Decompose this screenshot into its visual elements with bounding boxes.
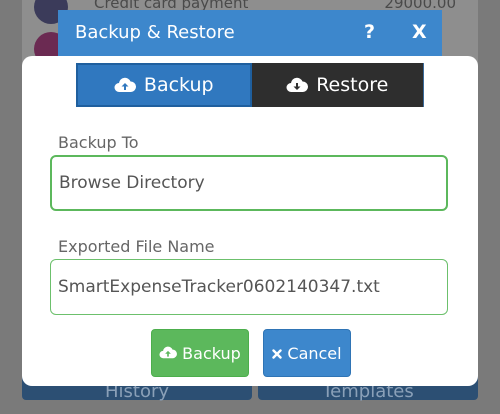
backup-directory-field[interactable]: Browse Directory xyxy=(50,155,448,211)
tab-restore[interactable]: Restore xyxy=(251,63,424,107)
dialog-card: Backup Restore Backup To Browse Director… xyxy=(22,56,478,386)
backup-button[interactable]: Backup xyxy=(151,329,249,377)
file-name-input[interactable]: SmartExpenseTracker0602140347.txt xyxy=(50,259,448,315)
help-button[interactable]: ? xyxy=(364,21,375,43)
tab-restore-label: Restore xyxy=(316,74,389,96)
dialog-title-bar: Backup & Restore ? X xyxy=(58,10,442,56)
file-name-label: Exported File Name xyxy=(58,237,215,256)
close-icon xyxy=(272,344,283,363)
close-button[interactable]: X xyxy=(412,21,427,43)
cancel-button-label: Cancel xyxy=(287,343,342,363)
cloud-download-icon xyxy=(286,77,309,93)
tab-bar: Backup Restore xyxy=(76,63,424,107)
backup-to-label: Backup To xyxy=(58,133,139,152)
tab-backup-label: Backup xyxy=(143,74,214,96)
backup-button-label: Backup xyxy=(182,343,241,363)
cloud-upload-icon xyxy=(114,77,136,93)
dialog-title: Backup & Restore xyxy=(75,22,235,43)
tab-backup[interactable]: Backup xyxy=(76,63,252,107)
cancel-button[interactable]: Cancel xyxy=(263,329,351,377)
cloud-upload-icon xyxy=(159,344,178,363)
